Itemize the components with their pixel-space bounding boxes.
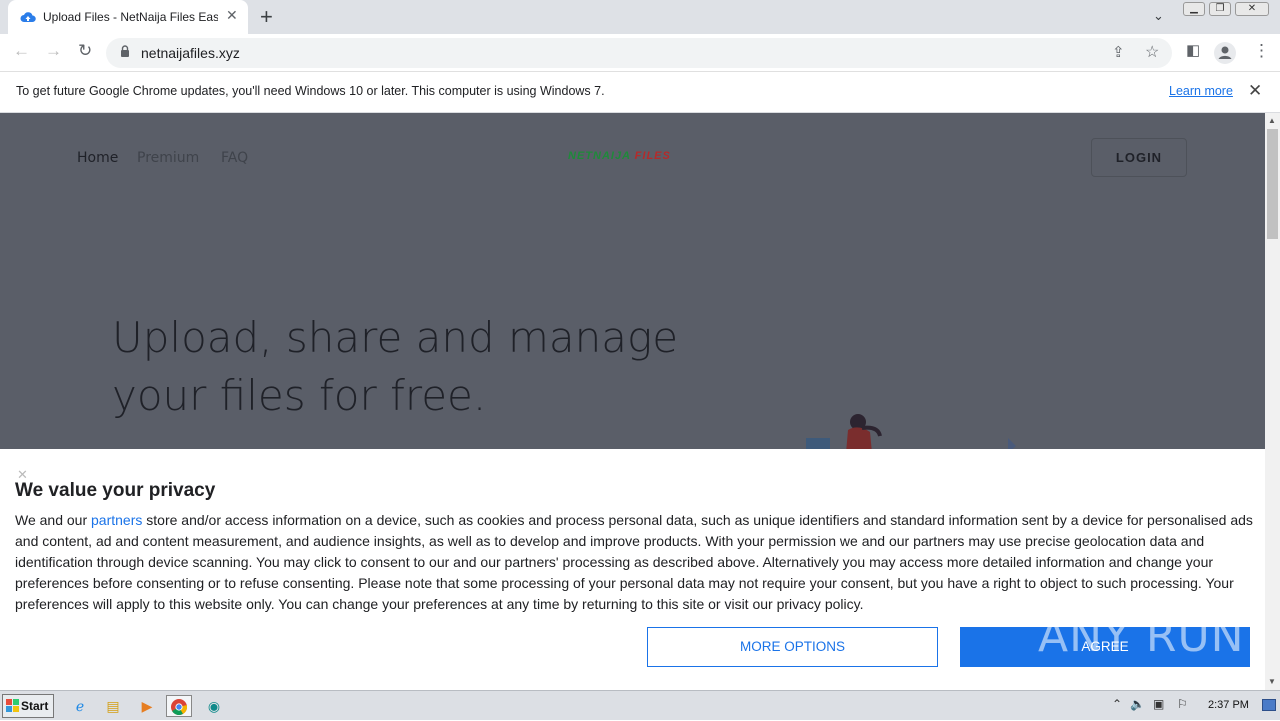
windows-taskbar: Start ℯ ▤ ▶ ◉ ⌃ 🔈 ▣ ⚐ 2:37 PM — [0, 690, 1280, 720]
site-logo[interactable]: NETNAIJA FILES — [568, 150, 671, 162]
nav-premium[interactable]: Premium — [137, 150, 199, 166]
consent-title: We value your privacy — [15, 480, 216, 501]
agree-button[interactable]: AGREE — [960, 627, 1250, 667]
tab-close-icon[interactable]: ✕ — [226, 7, 238, 24]
nav-home[interactable]: Home — [77, 150, 118, 166]
tab-title: Upload Files - NetNaija Files Easy Ac — [43, 10, 218, 24]
window-close-button[interactable]: ✕ — [1235, 2, 1269, 16]
forward-arrow-icon[interactable]: → — [45, 41, 62, 61]
taskbar-clock[interactable]: 2:37 PM — [1208, 699, 1249, 711]
hero-illustration — [806, 414, 1016, 453]
volume-icon[interactable]: 🔈 — [1130, 697, 1145, 711]
scroll-down-arrow-icon[interactable]: ▼ — [1268, 677, 1276, 686]
cloud-upload-icon — [20, 12, 36, 22]
chrome-taskbar-icon[interactable] — [166, 695, 192, 717]
tab-strip: Upload Files - NetNaija Files Easy Ac ✕ … — [0, 0, 1280, 34]
learn-more-link[interactable]: Learn more — [1169, 84, 1233, 98]
window-restore-button[interactable]: ❐ — [1209, 2, 1231, 16]
consent-body: We and our partners store and/or access … — [15, 512, 1253, 612]
more-options-button[interactable]: MORE OPTIONS — [647, 627, 938, 667]
partners-link[interactable]: partners — [91, 512, 142, 528]
tab-search-chevron-icon[interactable]: ⌄ — [1153, 8, 1164, 24]
browser-toolbar: ← → ↻ netnaijafiles.xyz ⇪ ☆ ◧ ⋮ — [0, 34, 1280, 72]
file-explorer-icon[interactable]: ▤ — [100, 695, 126, 717]
more-menu-icon[interactable]: ⋮ — [1253, 41, 1270, 61]
infobar-close-icon[interactable]: ✕ — [1248, 81, 1262, 101]
tray-expand-icon[interactable]: ⌃ — [1112, 697, 1122, 711]
scrollbar-thumb[interactable] — [1267, 129, 1278, 239]
hero-heading: Upload, share and manage your files for … — [112, 313, 679, 420]
update-infobar: To get future Google Chrome updates, you… — [0, 72, 1280, 113]
url-text[interactable]: netnaijafiles.xyz — [141, 45, 240, 61]
reload-icon[interactable]: ↻ — [78, 41, 92, 61]
bookmark-star-icon[interactable]: ☆ — [1145, 42, 1159, 62]
show-desktop-button[interactable] — [1262, 699, 1276, 711]
back-arrow-icon[interactable]: ← — [13, 41, 30, 61]
address-bar[interactable]: netnaijafiles.xyz ⇪ ☆ — [106, 38, 1172, 68]
media-player-icon[interactable]: ▶ — [134, 695, 160, 717]
action-center-flag-icon[interactable]: ⚐ — [1177, 697, 1188, 711]
window-minimize-button[interactable]: ▁ — [1183, 2, 1205, 16]
nav-faq[interactable]: FAQ — [221, 150, 248, 166]
side-panel-icon[interactable]: ◧ — [1186, 41, 1200, 59]
vertical-scrollbar[interactable]: ▲ ▼ — [1265, 113, 1280, 690]
start-button[interactable]: Start — [2, 694, 54, 718]
browser-tab[interactable]: Upload Files - NetNaija Files Easy Ac ✕ — [8, 0, 248, 34]
share-icon[interactable]: ⇪ — [1112, 43, 1125, 61]
scroll-up-arrow-icon[interactable]: ▲ — [1268, 116, 1276, 125]
chrome-icon — [171, 699, 188, 715]
windows-logo-icon — [6, 699, 19, 712]
edge-icon[interactable]: ◉ — [201, 695, 227, 717]
infobar-message: To get future Google Chrome updates, you… — [16, 84, 605, 98]
new-tab-button[interactable]: + — [260, 4, 273, 30]
lock-icon[interactable] — [120, 45, 130, 57]
login-button[interactable]: LOGIN — [1091, 138, 1187, 177]
privacy-consent-dialog: ✕ We value your privacy We and our partn… — [0, 449, 1265, 690]
network-icon[interactable]: ▣ — [1153, 697, 1164, 711]
profile-avatar-icon[interactable] — [1214, 42, 1236, 64]
internet-explorer-icon[interactable]: ℯ — [67, 695, 93, 717]
